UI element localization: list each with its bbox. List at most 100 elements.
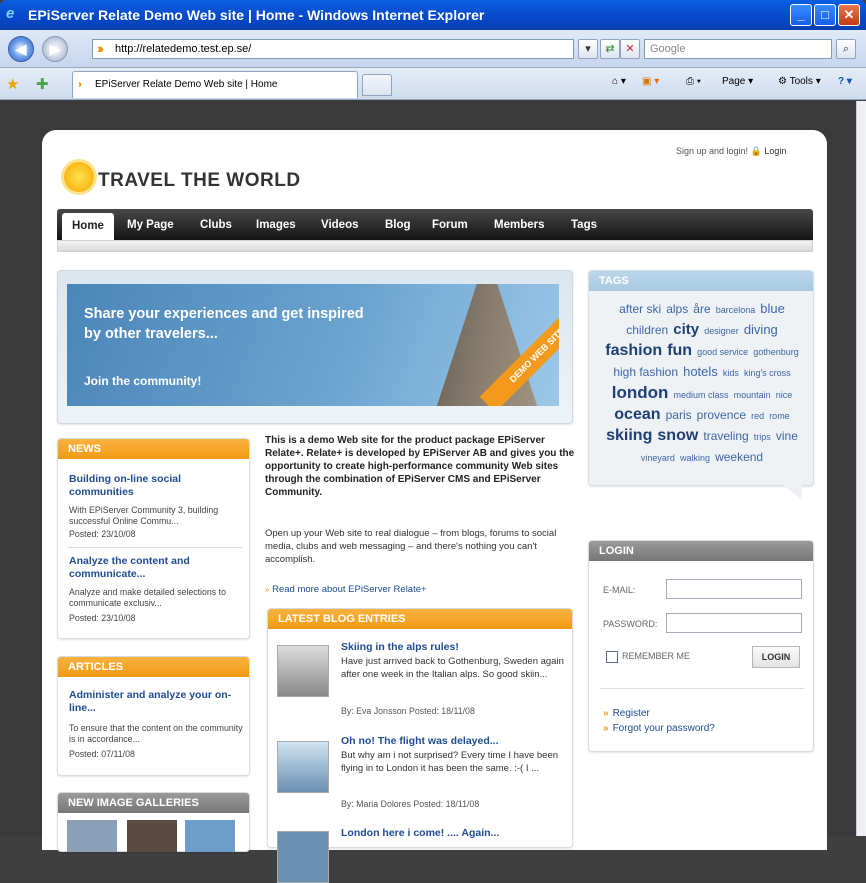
tag-link[interactable]: weekend <box>715 450 763 464</box>
nav-images[interactable]: Images <box>256 219 296 231</box>
forward-button[interactable]: ▶ <box>42 36 68 62</box>
blog-entry-title[interactable]: Skiing in the alps rules! <box>341 641 459 653</box>
tag-link[interactable]: rome <box>769 411 790 421</box>
signup-area: Sign up and login! 🔒 Login <box>676 146 786 157</box>
tag-link[interactable]: traveling <box>703 429 748 443</box>
refresh-button[interactable]: ⇄ <box>600 39 620 59</box>
tag-link[interactable]: king's cross <box>744 368 791 378</box>
stop-button[interactable]: ✕ <box>620 39 640 59</box>
email-field[interactable] <box>666 579 802 599</box>
window-title: EPiServer Relate Demo Web site | Home - … <box>28 7 485 23</box>
tag-link[interactable]: åre <box>693 302 710 316</box>
speech-tail <box>780 482 802 500</box>
help-icon[interactable]: ? ▾ <box>838 76 852 87</box>
tag-link[interactable]: kids <box>723 368 739 378</box>
tag-link[interactable]: alps <box>666 302 688 316</box>
password-field[interactable] <box>666 613 802 633</box>
tag-link[interactable]: ocean <box>614 406 660 423</box>
nav-videos[interactable]: Videos <box>321 219 359 231</box>
nav-clubs[interactable]: Clubs <box>200 219 232 231</box>
tag-link[interactable]: provence <box>697 408 746 422</box>
tag-link[interactable]: trips <box>754 432 771 442</box>
blog-entry-title[interactable]: Oh no! The flight was delayed... <box>341 735 499 747</box>
address-bar[interactable]: ››› http://relatedemo.test.ep.se/ <box>92 39 574 59</box>
register-link[interactable]: » Register <box>603 708 650 719</box>
tag-link[interactable]: walking <box>680 453 710 463</box>
tag-link[interactable]: diving <box>744 322 778 337</box>
tag-link[interactable]: vine <box>776 429 798 443</box>
home-icon[interactable]: ⌂ ▾ <box>612 76 626 87</box>
blog-box: LATEST BLOG ENTRIES Skiing in the alps r… <box>267 608 573 883</box>
maximize-button[interactable]: □ <box>814 4 836 26</box>
nav-my-page[interactable]: My Page <box>127 219 174 231</box>
blog-entry-meta: By: Maria Dolores Posted: 18/11/08 <box>341 799 480 809</box>
tools-menu[interactable]: ⚙ Tools ▾ <box>778 76 821 87</box>
tag-link[interactable]: snow <box>657 427 698 444</box>
back-button[interactable]: ◀ <box>8 36 34 62</box>
tag-link[interactable]: red <box>751 411 764 421</box>
minimize-button[interactable]: _ <box>790 4 812 26</box>
news-item-text: With EPiServer Community 3, building suc… <box>69 505 219 526</box>
bullet-icon: » <box>265 585 270 594</box>
gallery-thumbnail[interactable] <box>67 820 117 852</box>
tag-link[interactable]: mountain <box>734 390 771 400</box>
favorites-star-icon[interactable]: ★ <box>6 75 19 93</box>
news-divider <box>67 547 242 548</box>
tab-active[interactable]: ››› EPiServer Relate Demo Web site | Home <box>72 71 358 98</box>
tag-link[interactable]: designer <box>704 326 739 336</box>
tag-link[interactable]: paris <box>666 408 692 422</box>
tag-link[interactable]: after ski <box>619 302 661 316</box>
new-tab-button[interactable] <box>362 74 392 96</box>
nav-forum[interactable]: Forum <box>432 219 468 231</box>
feeds-icon[interactable]: ▣ ▾ <box>642 76 659 87</box>
blog-entry-meta: By: Eva Jonsson Posted: 18/11/08 <box>341 706 475 716</box>
tag-link[interactable]: children <box>626 323 668 337</box>
header-login-link[interactable]: Login <box>764 146 786 156</box>
add-favorites-icon[interactable]: ✚ <box>36 75 49 93</box>
tag-link[interactable]: skiing <box>606 427 652 444</box>
read-more-link[interactable]: » Read more about EPiServer Relate+ <box>265 584 427 595</box>
print-icon[interactable]: ⎙ ▾ <box>686 76 701 87</box>
tag-link[interactable]: blue <box>760 301 785 316</box>
login-button[interactable]: LOGIN <box>752 646 800 668</box>
nav-tags[interactable]: Tags <box>571 219 597 231</box>
tag-link[interactable]: fashion <box>605 342 662 359</box>
tag-link[interactable]: good service <box>697 347 748 357</box>
gallery-thumbnail[interactable] <box>185 820 235 852</box>
tag-link[interactable]: nice <box>776 390 793 400</box>
tag-link[interactable]: vineyard <box>641 453 675 463</box>
close-button[interactable]: ✕ <box>838 4 860 26</box>
tag-link[interactable]: medium class <box>674 390 729 400</box>
blog-author-photo <box>277 831 329 883</box>
hero-banner[interactable]: DEMO WEB SITE Share your experiences and… <box>67 284 559 406</box>
tag-link[interactable]: city <box>673 321 699 338</box>
login-heading: LOGIN <box>589 541 813 561</box>
news-item-title[interactable]: Building on-line social communities <box>69 473 241 499</box>
tag-link[interactable]: hotels <box>683 364 718 379</box>
news-item-title[interactable]: Analyze the content and communicate... <box>69 555 241 581</box>
tag-link[interactable]: gothenburg <box>753 347 799 357</box>
nav-subbar <box>57 240 813 252</box>
article-item-title[interactable]: Administer and analyze your on-line... <box>69 689 241 715</box>
nav-blog[interactable]: Blog <box>385 219 411 231</box>
remember-me-checkbox[interactable] <box>606 651 618 663</box>
nav-members[interactable]: Members <box>494 219 545 231</box>
tag-link[interactable]: london <box>612 383 669 402</box>
search-input[interactable]: Google <box>644 39 832 59</box>
signup-link[interactable]: Sign up and login! <box>676 146 748 156</box>
blog-entry-title[interactable]: London here i come! .... Again... <box>341 827 499 839</box>
page-menu[interactable]: Page ▾ <box>722 76 753 87</box>
gallery-thumbnail[interactable] <box>127 820 177 852</box>
search-button[interactable]: ⌕ <box>836 39 856 59</box>
tag-link[interactable]: fun <box>667 342 692 359</box>
blog-entry-text: Have just arrived back to Gothenburg, Sw… <box>341 656 564 680</box>
address-text: http://relatedemo.test.ep.se/ <box>115 43 252 55</box>
site-logo[interactable]: TRAVEL THE WORLD <box>98 170 301 192</box>
tag-link[interactable]: high fashion <box>613 365 678 379</box>
vertical-scrollbar[interactable] <box>856 101 866 836</box>
join-community-link[interactable]: Join the community! <box>84 374 201 388</box>
nav-home[interactable]: Home <box>62 213 114 240</box>
tag-link[interactable]: barcelona <box>716 305 756 315</box>
forgot-password-link[interactable]: » Forgot your password? <box>603 723 715 734</box>
address-dropdown-button[interactable]: ▾ <box>578 39 598 59</box>
